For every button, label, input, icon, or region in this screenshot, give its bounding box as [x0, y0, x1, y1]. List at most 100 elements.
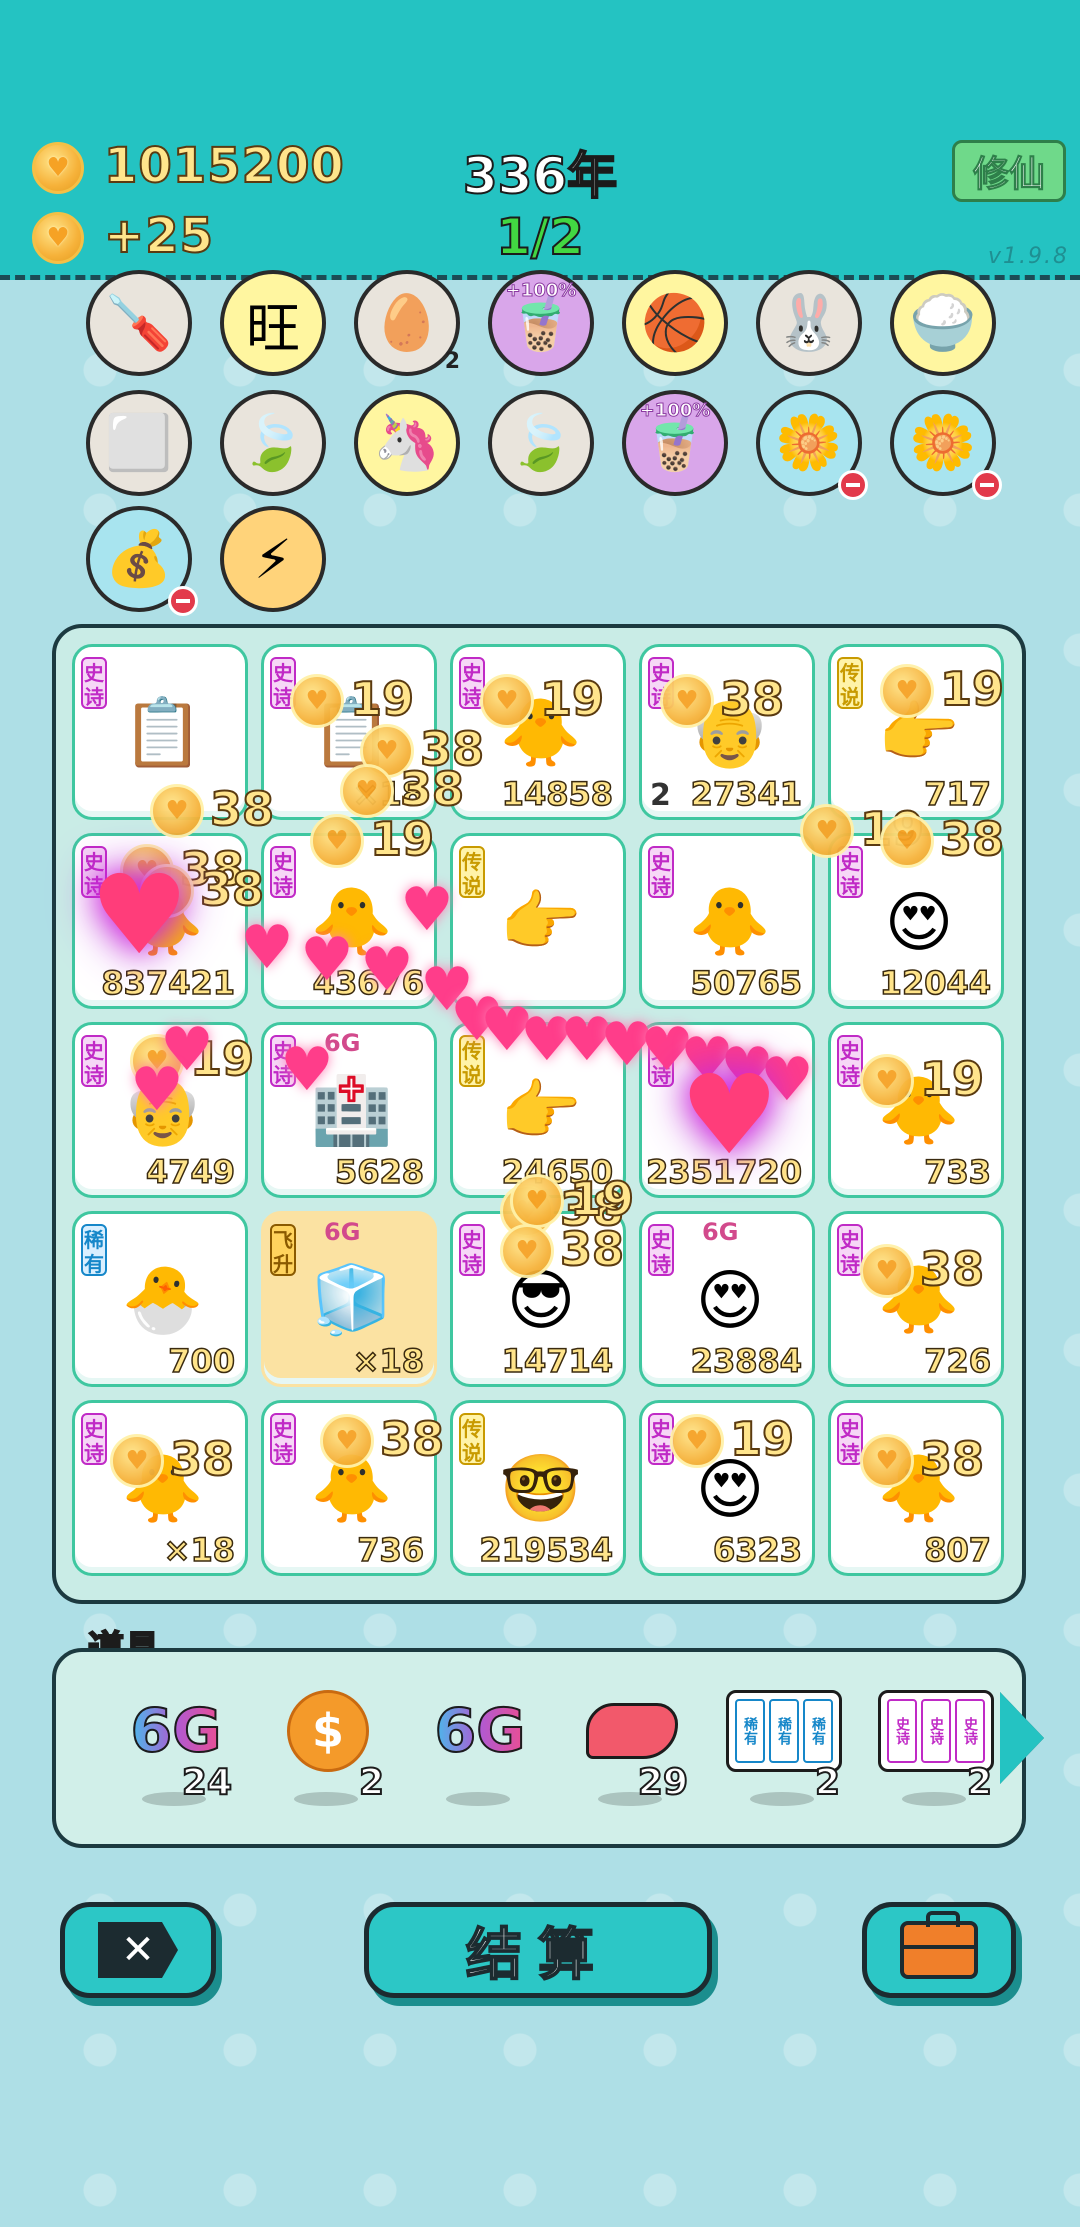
sugar-cubes-icon[interactable]: ⬜ [86, 390, 192, 496]
cell-value: 700 [167, 1341, 235, 1381]
leaf-icon[interactable]: 🍃 [488, 390, 594, 496]
sack-icon[interactable]: 💰 [86, 506, 198, 616]
board-cell[interactable]: 传说 🤓 219534 [450, 1400, 626, 1576]
coin-icon: ♥ [480, 674, 534, 728]
board-cell[interactable]: 史诗 🐥 50765 [639, 833, 815, 1009]
rice-bowl-icon[interactable]: 🍚 [890, 270, 996, 376]
settle-button[interactable]: 结算 [364, 1902, 712, 1998]
board-cell[interactable]: 传说 👉 [450, 833, 626, 1009]
cultivate-button[interactable]: 修仙 [952, 140, 1066, 202]
buff-note: +100% [505, 280, 577, 302]
heart-icon: ♥ [280, 1035, 334, 1105]
top-bar: ♥ 1015200 ♥ +25 336年 1/2 修仙 v1.9.8 [0, 0, 1080, 280]
flower-pot-icon[interactable]: 🌼 [756, 390, 868, 500]
buff-glyph: 🪛 [105, 291, 173, 354]
rarity-tag: 飞升 [270, 1224, 296, 1276]
cell-level: 2 [650, 778, 671, 813]
board-cell[interactable]: 史诗 🐥 726 [828, 1211, 1004, 1387]
6g-icon: 6G [126, 1695, 226, 1767]
cell-value: 23884 [690, 1341, 803, 1381]
rarity-tag: 传说 [837, 657, 863, 709]
close-icon: ✕ [98, 1922, 178, 1978]
board-cell[interactable]: 史诗 🐥 807 [828, 1400, 1004, 1576]
floating-coin-number: 38 [919, 1241, 985, 1297]
floating-coin-number: 38 [719, 671, 785, 727]
buff-glyph: ⚡ [254, 527, 292, 591]
coin-icon: ♥ [860, 1054, 914, 1108]
rarity-tag: 史诗 [81, 1413, 107, 1465]
floating-coin-number: 38 [169, 1431, 235, 1487]
buff-glyph: ⬜ [105, 411, 173, 474]
board-cell[interactable]: 史诗 😍 6G 23884 [639, 1211, 815, 1387]
basketball-icon[interactable]: 🏀 [622, 270, 728, 376]
tool-item[interactable]: 6G 24 [112, 1692, 233, 1812]
coin-icon: ♥ [510, 1174, 564, 1228]
buff-glyph: 旺 [246, 296, 300, 360]
leaf-icon[interactable]: 🍃 [220, 390, 326, 496]
cell-value: 50765 [690, 963, 803, 1003]
briefcase-icon [900, 1911, 978, 1979]
big-heart-icon: ♥ [680, 1051, 779, 1179]
dollar-coin-icon: $ [278, 1690, 378, 1772]
tools-panel: 6G 24 $2 6G 29 稀有 稀有 稀有 2 史诗 史诗 史诗 2 [52, 1648, 1026, 1848]
coin-icon: ♥ [150, 784, 204, 838]
coin-icon: ♥ [800, 804, 854, 858]
floating-coin-number: 38 [209, 781, 275, 837]
income-amount: +25 [103, 207, 215, 265]
buff-glyph: 💰 [105, 527, 173, 590]
wang-snack-icon[interactable]: 旺 [220, 270, 326, 376]
6g-icon: 6G [430, 1695, 530, 1767]
milk-tea-icon[interactable]: 🧋 +100% [622, 390, 728, 496]
floating-coin-number: 38 [939, 811, 1005, 867]
rabbit-icon[interactable]: 🐰 [756, 270, 862, 376]
floating-coin-number: 19 [729, 1411, 795, 1467]
cell-value: 27341 [690, 774, 803, 814]
bag-button[interactable] [862, 1902, 1016, 1998]
cell-value: 733 [923, 1152, 991, 1192]
cell-value: 12044 [879, 963, 992, 1003]
buff-glyph: 🐰 [775, 291, 843, 354]
board-cell[interactable]: 飞升 🧊 6G ×18 [261, 1211, 437, 1387]
floating-coin-number: 38 [559, 1221, 625, 1277]
egg-tray-icon[interactable]: 🥚 2 [354, 270, 460, 376]
coin-icon: ♥ [860, 1244, 914, 1298]
board-cell[interactable]: 史诗👴227341 [639, 644, 815, 820]
buff-glyph: 🍃 [507, 411, 575, 474]
rarity-tag: 稀有 [81, 1224, 107, 1276]
heart-icon: ♥ [300, 925, 354, 995]
tool-item[interactable]: 稀有 稀有 稀有 2 [720, 1690, 842, 1812]
tool-item[interactable]: 29 [568, 1692, 689, 1812]
tool-item[interactable]: 史诗 史诗 史诗 2 [872, 1690, 994, 1812]
floating-coin-number: 19 [569, 1171, 635, 1227]
lightning-icon[interactable]: ⚡ [220, 506, 326, 612]
tool-item[interactable]: 6G [416, 1692, 536, 1812]
6g-badge: 6G [702, 1218, 739, 1246]
tools-next-arrow-icon[interactable] [1000, 1692, 1044, 1784]
board-cell[interactable]: 稀有 🐣 700 [72, 1211, 248, 1387]
rarity-tag: 传说 [459, 846, 485, 898]
rarity-tag: 史诗 [270, 846, 296, 898]
board-cell[interactable]: 史诗 🐥 ×18 [72, 1400, 248, 1576]
buff-count: 2 [444, 349, 460, 374]
cell-value: 717 [923, 774, 991, 814]
coin-icon: ♥ [310, 814, 364, 868]
coin-icon: ♥ [660, 674, 714, 728]
coin-icon: ♥ [500, 1224, 554, 1278]
milk-tea-icon[interactable]: 🧋 +100% [488, 270, 594, 376]
rarity-tag: 史诗 [459, 1224, 485, 1276]
tool-item[interactable]: $2 [264, 1690, 385, 1812]
floating-coin-number: 19 [369, 811, 435, 867]
cell-value: 14858 [501, 774, 614, 814]
unicorn-icon[interactable]: 🦄 [354, 390, 460, 496]
coin-icon: ♥ [860, 1434, 914, 1488]
gold-amount: 1015200 [103, 137, 345, 195]
screwdriver-icon[interactable]: 🪛 [86, 270, 192, 376]
tool-count: 2 [814, 1761, 841, 1804]
floating-coin-number: 38 [199, 861, 265, 917]
board-cell[interactable]: 史诗 🐥 733 [828, 1022, 1004, 1198]
close-button[interactable]: ✕ [60, 1902, 216, 1998]
flower-pot-icon[interactable]: 🌼 [890, 390, 1002, 500]
cell-value: 4749 [145, 1152, 236, 1192]
big-heart-icon: ♥ [90, 851, 189, 979]
coin-icon: ♥ [110, 1434, 164, 1488]
